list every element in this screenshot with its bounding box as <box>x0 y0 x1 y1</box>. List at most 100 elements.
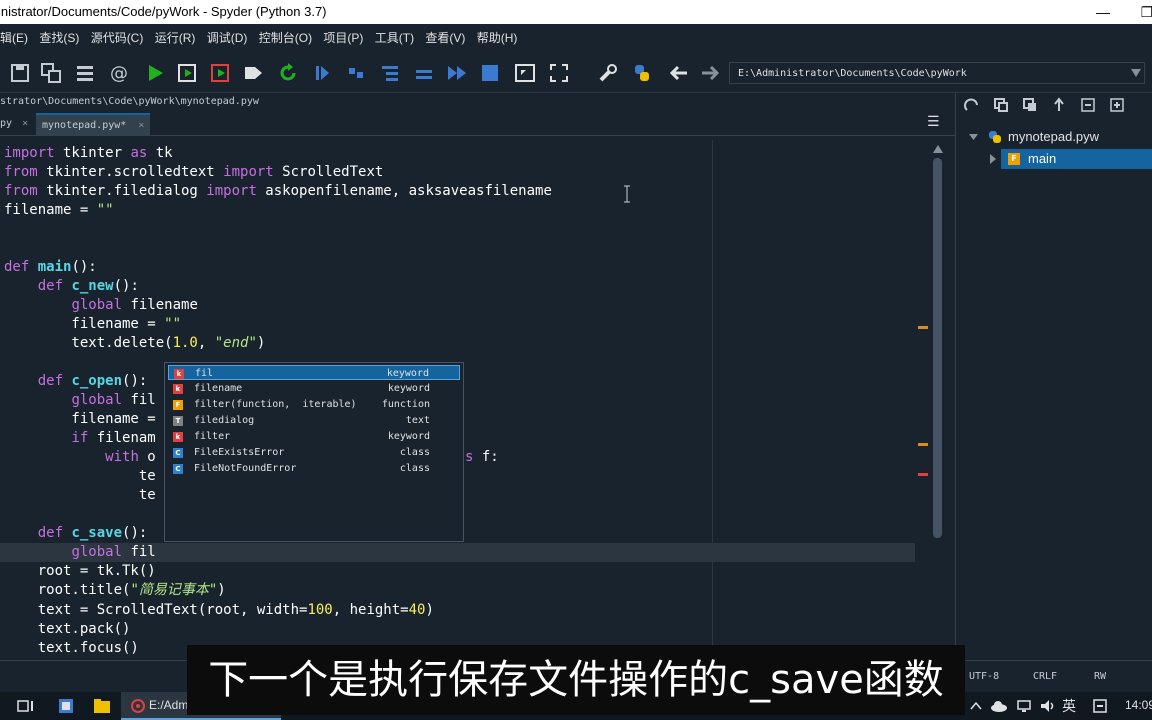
collapse-selection-icon[interactable] <box>1080 97 1096 113</box>
editor-tab-bar: py × mynotepad.pyw* × ☰ <box>0 111 955 136</box>
code-line: def c_open(): <box>37 373 148 389</box>
menu-projects[interactable]: 项目(P) <box>323 31 363 45</box>
run-cell-advance-icon[interactable] <box>209 62 231 84</box>
run-selection-icon[interactable] <box>242 62 264 84</box>
maximize-button[interactable]: ❐ <box>1124 0 1152 24</box>
code-line: te <box>4 487 156 503</box>
completion-item[interactable]: C FileExistsError class <box>168 445 460 460</box>
menu-run[interactable]: 运行(R) <box>155 31 196 45</box>
code-line: import tkinter as tk <box>4 145 173 161</box>
volume-icon[interactable] <box>1040 699 1056 713</box>
code-line: if filenam <box>71 430 156 446</box>
code-editor[interactable]: import tkinter as tk from tkinter.scroll… <box>0 140 948 660</box>
close-icon[interactable]: × <box>22 118 28 129</box>
code-line: filename = "" <box>4 316 182 332</box>
warning-marker[interactable] <box>918 443 928 446</box>
menu-view[interactable]: 查看(V) <box>425 31 465 45</box>
task-view-icon[interactable] <box>17 698 35 714</box>
expand-selection-icon[interactable] <box>1109 97 1125 113</box>
save-icon[interactable] <box>9 62 31 84</box>
completion-item[interactable]: k filename keyword <box>168 381 460 396</box>
code-line: with o <box>105 449 156 465</box>
outline-file-item[interactable]: mynotepad.pyw <box>956 127 1152 147</box>
code-line: s f: <box>465 449 499 465</box>
continue-icon[interactable] <box>446 62 468 84</box>
code-line: def main(): <box>4 259 97 275</box>
python-path-icon[interactable] <box>631 62 653 84</box>
menu-search[interactable]: 查找(S) <box>39 31 79 45</box>
go-to-cursor-icon[interactable] <box>964 97 980 113</box>
code-line: text.delete(1.0, "end") <box>4 335 266 351</box>
back-arrow-icon[interactable] <box>668 62 690 84</box>
folder-icon[interactable] <box>93 697 111 715</box>
menu-consoles[interactable]: 控制台(O) <box>259 31 312 45</box>
at-icon[interactable]: @ <box>108 62 130 84</box>
collapse-all-icon[interactable] <box>993 97 1009 113</box>
completion-item[interactable]: C FileNotFoundError class <box>168 461 460 476</box>
menu-debug[interactable]: 调试(D) <box>207 31 248 45</box>
restore-icon[interactable] <box>1051 97 1067 113</box>
step-icon[interactable] <box>345 62 367 84</box>
chevron-right-icon[interactable] <box>990 154 996 164</box>
menu-bar: 辑(E) 查找(S) 源代码(C) 运行(R) 调试(D) 控制台(O) 项目(… <box>0 24 1152 52</box>
svg-text:@: @ <box>110 63 128 84</box>
spyder-icon <box>131 699 145 713</box>
completion-item[interactable]: T filedialog text <box>168 413 460 428</box>
python-file-icon <box>989 131 1001 143</box>
error-marker[interactable] <box>918 473 928 476</box>
step-return-icon[interactable] <box>413 62 435 84</box>
chevron-up-icon[interactable] <box>970 700 982 710</box>
keyword-icon: k <box>174 369 184 379</box>
taskbar-clock[interactable]: 14:09 <box>1125 698 1152 712</box>
class-icon: C <box>173 464 183 474</box>
tab-py[interactable]: py × <box>0 113 34 134</box>
code-line: global fil <box>71 544 156 560</box>
function-icon: F <box>1008 153 1020 165</box>
outline-function-label: main <box>1028 151 1057 166</box>
run-icon[interactable] <box>144 62 166 84</box>
warning-marker[interactable] <box>918 326 928 329</box>
editor-file-path: strator\Documents\Code\pyWork\mynotepad.… <box>0 96 259 107</box>
network-icon[interactable] <box>1016 699 1032 713</box>
fullscreen-icon[interactable] <box>548 62 570 84</box>
tab-label: mynotepad.pyw* <box>42 120 127 131</box>
tab-mynotepad[interactable]: mynotepad.pyw* × <box>36 113 151 136</box>
chevron-down-icon[interactable] <box>1131 69 1141 77</box>
options-menu-icon[interactable]: ☰ <box>927 114 940 130</box>
stop-debug-icon[interactable] <box>479 62 501 84</box>
run-cell-icon[interactable] <box>176 62 198 84</box>
forward-arrow-icon[interactable] <box>699 62 721 84</box>
scrollbar-thumb[interactable] <box>933 158 942 538</box>
menu-help[interactable]: 帮助(H) <box>477 31 518 45</box>
input-language-indicator[interactable]: 英 <box>1062 696 1076 716</box>
completion-item[interactable]: k filter keyword <box>168 429 460 444</box>
edge-line <box>712 140 713 660</box>
app-icon[interactable] <box>57 697 75 715</box>
chevron-down-icon[interactable] <box>969 134 978 140</box>
outline-list-icon[interactable] <box>74 62 96 84</box>
step-into-icon[interactable] <box>379 62 401 84</box>
menu-source[interactable]: 源代码(C) <box>91 31 144 45</box>
minimize-button[interactable]: — <box>1080 0 1126 24</box>
rerun-icon[interactable] <box>277 62 299 84</box>
menu-tools[interactable]: 工具(T) <box>375 31 414 45</box>
wrench-icon[interactable] <box>597 62 619 84</box>
code-line: root.title("简易记事本") <box>4 582 226 598</box>
ime-icon[interactable] <box>1093 699 1107 713</box>
working-directory-combo[interactable]: E:\Administrator\Documents\Code\pyWork <box>729 62 1145 84</box>
code-line: filename = "" <box>4 202 114 218</box>
debug-icon[interactable] <box>311 62 333 84</box>
completion-item[interactable]: k fil keyword <box>168 365 460 380</box>
text-cursor-icon <box>624 185 630 203</box>
menu-edit[interactable]: 辑(E) <box>0 31 28 45</box>
scroll-up-icon[interactable] <box>933 145 943 153</box>
outline-function-item[interactable]: F main <box>990 149 1152 169</box>
close-icon[interactable]: × <box>138 120 144 131</box>
completion-item[interactable]: F filter(function, iterable) function <box>168 397 460 412</box>
save-all-icon[interactable] <box>40 62 62 84</box>
code-line: te <box>4 468 156 484</box>
cloud-icon[interactable] <box>990 699 1008 713</box>
function-icon: F <box>173 400 183 410</box>
expand-all-icon[interactable] <box>1022 97 1038 113</box>
maximize-pane-icon[interactable] <box>514 62 536 84</box>
